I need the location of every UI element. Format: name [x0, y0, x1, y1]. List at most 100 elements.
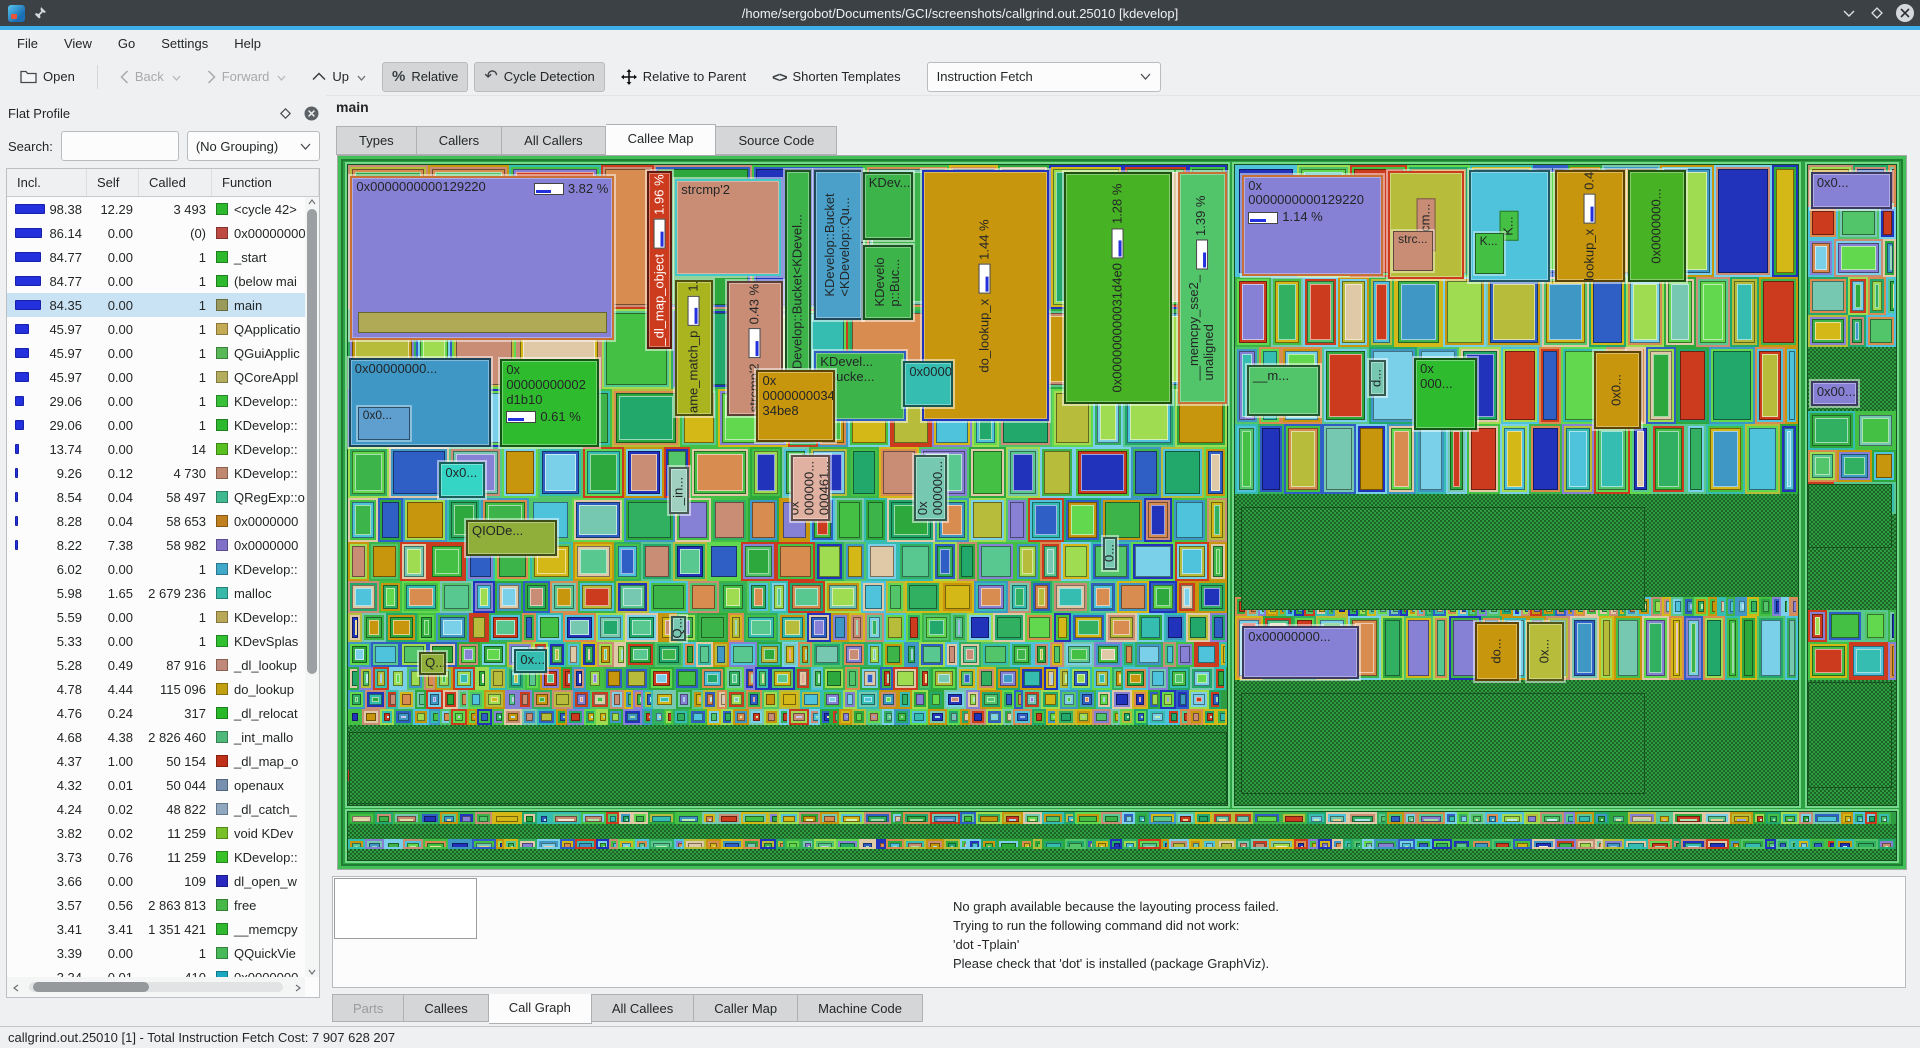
- treemap-block[interactable]: __memcpy_sse2_unaligned1.39 %: [1178, 172, 1226, 404]
- close-dock-icon[interactable]: [302, 104, 320, 122]
- table-row[interactable]: 3.820.0211 259void KDev: [7, 821, 305, 845]
- treemap-block[interactable]: 0x000000000031d4e01.28 %: [1064, 172, 1172, 404]
- treemap-block[interactable]: Q...: [419, 652, 446, 675]
- vertical-scrollbar-thumb[interactable]: [307, 209, 317, 674]
- table-row[interactable]: 84.350.001main: [7, 293, 305, 317]
- column-header-incl[interactable]: Incl.: [7, 169, 87, 196]
- treemap-block[interactable]: strcm...strc...: [1388, 171, 1465, 279]
- treemap-block[interactable]: 0x000000...000461...: [791, 455, 830, 521]
- table-row[interactable]: 4.760.24317_dl_relocat: [7, 701, 305, 725]
- menu-settings[interactable]: Settings: [148, 32, 221, 56]
- tab-call-graph[interactable]: Call Graph: [489, 994, 592, 1024]
- table-row[interactable]: 4.240.0248 822_dl_catch_: [7, 797, 305, 821]
- float-dock-icon[interactable]: [276, 104, 294, 122]
- menu-view[interactable]: View: [51, 32, 105, 56]
- table-row[interactable]: 84.770.001_start: [7, 245, 305, 269]
- table-row[interactable]: 45.970.001QGuiApplic: [7, 341, 305, 365]
- table-row[interactable]: 3.660.00109dl_open_w: [7, 869, 305, 893]
- table-row[interactable]: 4.371.0050 154_dl_map_o: [7, 749, 305, 773]
- treemap-block[interactable]: __m...: [1247, 365, 1320, 417]
- treemap-block[interactable]: _dl_map_object1.96 %: [647, 171, 672, 349]
- treemap-block[interactable]: 0x0000...: [903, 361, 953, 407]
- graph-overview-panner[interactable]: [334, 878, 477, 939]
- back-button[interactable]: Back: [110, 62, 191, 92]
- treemap-subblock[interactable]: 0x0...: [358, 407, 410, 439]
- table-row[interactable]: 45.970.001QApplicatio: [7, 317, 305, 341]
- treemap-block[interactable]: 0x000000...: [914, 455, 947, 521]
- treemap-block[interactable]: 0x000...: [1414, 358, 1476, 430]
- treemap-block[interactable]: QIODe...: [466, 520, 557, 557]
- treemap-block[interactable]: 0x0000000034034be8: [756, 370, 834, 443]
- table-row[interactable]: 5.981.652 679 236malloc: [7, 581, 305, 605]
- table-row[interactable]: 3.390.001QQuickVie: [7, 941, 305, 965]
- table-row[interactable]: 4.684.382 826 460_int_mallo: [7, 725, 305, 749]
- treemap-block[interactable]: 0x0...: [1811, 172, 1892, 209]
- pin-icon[interactable]: [33, 6, 47, 20]
- table-row[interactable]: 13.740.0014KDevelop::: [7, 437, 305, 461]
- treemap-block[interactable]: KDevelop::Buc...: [863, 245, 913, 321]
- minimize-icon[interactable]: [1840, 4, 1858, 22]
- tab-callers[interactable]: Callers: [417, 126, 502, 155]
- close-icon[interactable]: [1896, 4, 1914, 22]
- treemap-block[interactable]: 0x00000000002d1b100.61 %: [500, 359, 598, 447]
- scroll-right-icon[interactable]: [295, 984, 301, 992]
- treemap-block[interactable]: KDev...: [863, 172, 913, 239]
- table-row[interactable]: 5.590.001KDevelop::: [7, 605, 305, 629]
- shorten-templates-button[interactable]: <> Shorten Templates: [762, 62, 911, 92]
- relative-to-parent-button[interactable]: Relative to Parent: [611, 62, 756, 92]
- treemap-block[interactable]: 0x0...: [439, 462, 484, 499]
- maximize-icon[interactable]: [1868, 4, 1886, 22]
- table-row[interactable]: 98.3812.293 493<cycle 42>: [7, 197, 305, 221]
- tab-parts[interactable]: Parts: [332, 994, 404, 1022]
- treemap-block[interactable]: _dl_name_match_p1.04 %: [675, 280, 712, 416]
- cycle-detection-button[interactable]: ↶ Cycle Detection: [474, 62, 604, 92]
- table-row[interactable]: 3.413.411 351 421__memcpy: [7, 917, 305, 941]
- table-row[interactable]: 5.280.4987 916_dl_lookup: [7, 653, 305, 677]
- tab-callees[interactable]: Callees: [404, 994, 488, 1022]
- table-header[interactable]: Incl.SelfCalledFunction: [7, 169, 319, 197]
- forward-button[interactable]: Forward: [197, 62, 297, 92]
- treemap-block[interactable]: 0x00000000...0x0...: [349, 358, 491, 447]
- table-row[interactable]: 3.570.562 863 813free: [7, 893, 305, 917]
- treemap-block[interactable]: strcmp'2: [675, 179, 781, 277]
- relative-button[interactable]: % Relative: [382, 62, 468, 92]
- up-button[interactable]: Up: [302, 62, 376, 92]
- tab-all-callees[interactable]: All Callees: [592, 994, 694, 1022]
- table-row[interactable]: 8.280.0458 6530x0000000: [7, 509, 305, 533]
- menu-file[interactable]: File: [4, 32, 51, 56]
- tab-callee-map[interactable]: Callee Map: [606, 124, 717, 155]
- treemap-block[interactable]: _in...: [669, 467, 689, 514]
- table-row[interactable]: 29.060.001KDevelop::: [7, 389, 305, 413]
- table-row[interactable]: 8.227.3858 9820x0000000: [7, 533, 305, 557]
- treemap-block[interactable]: 0x00000000...: [1242, 626, 1359, 679]
- forward-dropdown-icon[interactable]: [277, 69, 286, 84]
- up-dropdown-icon[interactable]: [357, 69, 366, 84]
- treemap-block[interactable]: KDevelop::Bucket<KDevelop::Qu...: [814, 170, 862, 320]
- search-input[interactable]: [61, 131, 179, 161]
- scroll-left-icon[interactable]: [13, 984, 19, 992]
- table-row[interactable]: 86.140.00(0)0x00000000: [7, 221, 305, 245]
- treemap-block[interactable]: 0x00...: [1811, 381, 1858, 406]
- table-row[interactable]: 9.260.124 730KDevelop::: [7, 461, 305, 485]
- table-row[interactable]: 8.540.0458 497QRegExp::o: [7, 485, 305, 509]
- tab-machine-code[interactable]: Machine Code: [798, 994, 923, 1022]
- table-row[interactable]: 6.020.001KDevelop::: [7, 557, 305, 581]
- back-dropdown-icon[interactable]: [172, 69, 181, 84]
- treemap-block[interactable]: d...: [1369, 360, 1386, 395]
- treemap-bottom-strip[interactable]: [347, 811, 1897, 861]
- menu-go[interactable]: Go: [105, 32, 148, 56]
- treemap-subblock[interactable]: strc...: [1393, 231, 1432, 271]
- table-row[interactable]: 3.340.014100x0000000: [7, 965, 305, 977]
- table-row[interactable]: 4.320.0150 044openaux: [7, 773, 305, 797]
- column-header-called[interactable]: Called: [139, 169, 212, 196]
- treemap-block[interactable]: 0x0000000...: [1628, 170, 1686, 282]
- tab-all-callers[interactable]: All Callers: [502, 126, 606, 155]
- treemap-block[interactable]: 0x...: [1527, 622, 1564, 681]
- grouping-combobox[interactable]: (No Grouping): [187, 131, 320, 161]
- treemap-block[interactable]: do_lookup_x0.43 %: [1555, 170, 1625, 282]
- treemap-block[interactable]: 0x00000000001292203.82 %: [350, 176, 614, 340]
- treemap-block[interactable]: 0x...: [514, 649, 547, 673]
- table-row[interactable]: 29.060.001KDevelop::: [7, 413, 305, 437]
- treemap-block[interactable]: 0x0...: [1594, 351, 1641, 429]
- vertical-scrollbar[interactable]: [305, 197, 319, 977]
